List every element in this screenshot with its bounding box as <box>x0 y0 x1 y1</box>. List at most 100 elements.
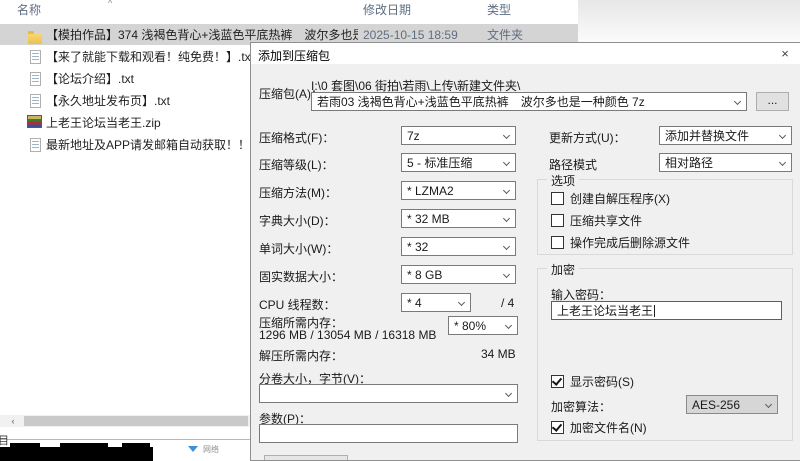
format-value: 7z <box>407 129 420 143</box>
encryption-method-value: AES-256 <box>692 398 740 412</box>
file-name: 【永久地址发布页】.txt <box>46 92 170 109</box>
method-value: * LZMA2 <box>407 184 454 198</box>
chevron-down-icon[interactable] <box>503 159 510 166</box>
path-mode-label: 路径模式 <box>549 156 597 173</box>
chevron-down-icon[interactable] <box>734 98 741 105</box>
censored-taskbar-block <box>122 443 150 449</box>
word-size-combobox[interactable]: * 32 <box>401 237 516 256</box>
method-label: 压缩方法(M)： <box>259 184 337 201</box>
volume-size-combobox[interactable] <box>259 384 518 403</box>
dictionary-combobox[interactable]: * 32 MB <box>401 209 516 228</box>
checkbox-shared-files[interactable]: 压缩共享文件 <box>551 212 642 229</box>
archive-name-combobox[interactable]: 若雨03 浅褐色背心+浅蓝色平底热裤 波尔多也是一种颜色 7z <box>311 92 747 111</box>
column-header-date[interactable]: 修改日期 <box>363 0 411 20</box>
column-header-type[interactable]: 类型 <box>487 0 511 20</box>
chevron-down-icon[interactable] <box>503 271 510 278</box>
chevron-down-icon[interactable] <box>503 243 510 250</box>
horizontal-scrollbar[interactable]: ‹ <box>0 415 250 427</box>
close-icon[interactable]: × <box>777 46 793 62</box>
cpu-threads-value: * 4 <box>407 296 422 310</box>
file-name: 【模拍作品】374 浅褐色背心+浅蓝色平底热裤 波尔多也是一种颜色 <box>46 26 358 43</box>
chevron-down-icon[interactable] <box>503 215 510 222</box>
checkbox-box[interactable] <box>551 214 564 227</box>
chevron-down-icon[interactable] <box>779 132 786 139</box>
file-name: 【来了就能下载和观看！纯免费！】.txt <box>46 48 254 65</box>
file-type: 文件夹 <box>487 26 523 43</box>
zip-archive-icon <box>27 115 42 128</box>
checkbox-label: 加密文件名(N) <box>570 419 647 436</box>
text-file-icon <box>30 94 41 108</box>
checkbox-create-sfx[interactable]: 创建自解压程序(X) <box>551 190 670 207</box>
clipped-glyph: 目 <box>0 432 9 448</box>
dialog-title: 添加到压缩包 <box>258 47 330 64</box>
text-file-icon <box>30 138 41 152</box>
dictionary-label: 字典大小(D)： <box>259 212 336 229</box>
checkbox-show-password[interactable]: 显示密码(S) <box>551 373 634 390</box>
solid-block-label: 固实数据大小： <box>259 268 343 285</box>
word-size-label: 单词大小(W)： <box>259 240 338 257</box>
sort-ascending-icon: ^ <box>108 0 112 8</box>
checkbox-box[interactable] <box>551 192 564 205</box>
tray-label: 网络 <box>203 444 219 455</box>
checkbox-encrypt-filenames[interactable]: 加密文件名(N) <box>551 419 647 436</box>
level-value: 5 - 标准压缩 <box>407 156 472 170</box>
screen: 名称 ^ 修改日期 类型 【模拍作品】374 浅褐色背心+浅蓝色平底热裤 波尔多… <box>0 0 800 461</box>
encryption-group-title: 加密 <box>547 261 579 278</box>
solid-block-value: * 8 GB <box>407 268 442 282</box>
checkbox-box[interactable] <box>551 236 564 249</box>
text-file-icon <box>30 72 41 86</box>
chevron-down-icon[interactable] <box>765 401 772 408</box>
checkbox-label: 压缩共享文件 <box>570 212 642 229</box>
chevron-down-icon[interactable] <box>458 299 465 306</box>
file-name: 【论坛介绍】.txt <box>46 70 134 87</box>
solid-block-combobox[interactable]: * 8 GB <box>401 265 516 284</box>
censored-taskbar-block <box>60 443 108 449</box>
chevron-down-icon[interactable] <box>779 159 786 166</box>
chevron-down-icon[interactable] <box>505 322 512 329</box>
checkbox-delete-after[interactable]: 操作完成后删除源文件 <box>551 234 690 251</box>
checkbox-label: 创建自解压程序(X) <box>570 190 670 207</box>
text-file-icon <box>30 50 41 64</box>
partial-bottom-button[interactable]: 选项 <box>264 455 348 461</box>
cpu-threads-max: / 4 <box>501 296 514 310</box>
memory-percent-combobox[interactable]: * 80% <box>448 316 518 335</box>
chevron-down-icon[interactable] <box>505 390 512 397</box>
chevron-down-icon[interactable] <box>503 132 510 139</box>
folder-icon <box>28 33 42 44</box>
censored-taskbar-block <box>0 447 153 461</box>
encryption-method-combobox[interactable]: AES-256 <box>686 395 778 414</box>
checkbox-label: 显示密码(S) <box>570 373 634 390</box>
checkbox-label: 操作完成后删除源文件 <box>570 234 690 251</box>
memory-decompress-label: 解压所需内存： <box>259 347 343 364</box>
scroll-left-arrow-icon[interactable]: ‹ <box>6 415 20 427</box>
dialog-titlebar[interactable]: 添加到压缩包 × <box>251 43 800 64</box>
password-value: 上老王论坛当老王 <box>557 304 653 318</box>
censored-taskbar-block <box>10 443 40 449</box>
level-combobox[interactable]: 5 - 标准压缩 <box>401 153 516 172</box>
chevron-down-icon[interactable] <box>503 187 510 194</box>
column-header-name[interactable]: 名称 <box>17 0 41 20</box>
scrollbar-thumb[interactable] <box>24 416 248 426</box>
browse-button[interactable]: ... <box>756 92 789 111</box>
blue-down-arrow-icon[interactable] <box>188 446 198 452</box>
parameters-input[interactable] <box>259 424 518 443</box>
file-name: 最新地址及APP请发邮箱自动获取！！！.txt <box>46 136 278 153</box>
format-combobox[interactable]: 7z <box>401 126 516 145</box>
cpu-threads-combobox[interactable]: * 4 <box>401 293 471 312</box>
options-group-title: 选项 <box>547 172 579 189</box>
checkbox-box[interactable] <box>551 375 564 388</box>
checkbox-box[interactable] <box>551 421 564 434</box>
format-label: 压缩格式(F)： <box>259 129 334 146</box>
text-caret <box>654 305 655 317</box>
archive-name-value: 若雨03 浅褐色背心+浅蓝色平底热裤 波尔多也是一种颜色 7z <box>317 95 645 109</box>
dictionary-value: * 32 MB <box>407 212 450 226</box>
update-mode-combobox[interactable]: 添加并替换文件 <box>659 126 792 145</box>
method-combobox[interactable]: * LZMA2 <box>401 181 516 200</box>
word-size-value: * 32 <box>407 240 428 254</box>
memory-decompress-value: 34 MB <box>481 347 516 361</box>
path-mode-value: 相对路径 <box>665 156 713 170</box>
path-mode-combobox[interactable]: 相对路径 <box>659 153 792 172</box>
update-mode-value: 添加并替换文件 <box>665 129 749 143</box>
update-mode-label: 更新方式(U)： <box>549 129 626 146</box>
password-input[interactable]: 上老王论坛当老王 <box>551 301 782 320</box>
